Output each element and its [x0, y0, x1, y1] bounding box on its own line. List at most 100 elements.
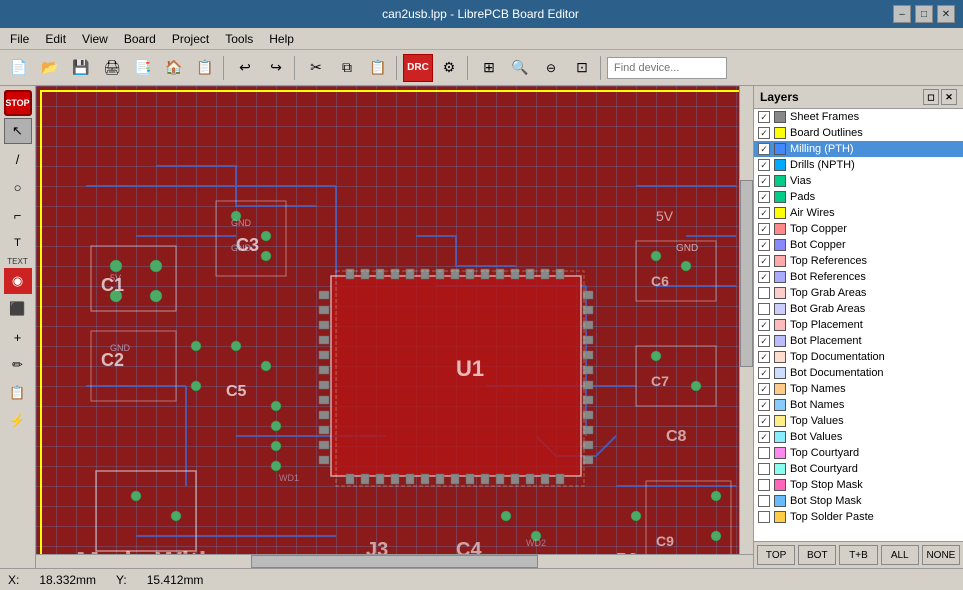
layers-list[interactable]: ✓Sheet Frames✓Board Outlines✓Milling (PT… — [754, 109, 963, 541]
filter-btn-all[interactable]: ALL — [881, 545, 919, 565]
layer-checkbox[interactable]: ✓ — [758, 175, 770, 187]
copy-button[interactable]: ⧉ — [332, 54, 362, 82]
layer-checkbox[interactable] — [758, 511, 770, 523]
layer-item-top-courtyard[interactable]: Top Courtyard — [754, 445, 963, 461]
layer-checkbox[interactable]: ✓ — [758, 383, 770, 395]
layer-checkbox[interactable]: ✓ — [758, 431, 770, 443]
vertical-scrollbar[interactable] — [739, 86, 753, 554]
horizontal-scrollbar[interactable] — [36, 554, 753, 568]
layer-checkbox[interactable]: ✓ — [758, 111, 770, 123]
layer-item-top-values[interactable]: ✓Top Values — [754, 413, 963, 429]
line-tool[interactable]: / — [4, 146, 32, 172]
menu-item-help[interactable]: Help — [261, 30, 302, 48]
layer-item-pads[interactable]: ✓Pads — [754, 189, 963, 205]
menu-item-board[interactable]: Board — [116, 30, 164, 48]
layer-checkbox[interactable] — [758, 303, 770, 315]
menu-item-edit[interactable]: Edit — [37, 30, 74, 48]
layer-checkbox[interactable]: ✓ — [758, 319, 770, 331]
layer-checkbox[interactable] — [758, 479, 770, 491]
layer-item-sheet-frames[interactable]: ✓Sheet Frames — [754, 109, 963, 125]
pcb-canvas-area[interactable]: C1 C2 C3 C5 U1 C6 C7 C9 C8 J3 C4 P2 5V G… — [36, 86, 753, 568]
zoom-in-button[interactable]: 🔍 — [505, 54, 535, 82]
layer-checkbox[interactable]: ✓ — [758, 255, 770, 267]
grid-button[interactable]: ⊞ — [474, 54, 504, 82]
layer-item-top-documentation[interactable]: ✓Top Documentation — [754, 349, 963, 365]
layer-checkbox[interactable] — [758, 495, 770, 507]
layer-item-bot-copper[interactable]: ✓Bot Copper — [754, 237, 963, 253]
layer-checkbox[interactable] — [758, 447, 770, 459]
cut-button[interactable]: ✂ — [301, 54, 331, 82]
menu-item-file[interactable]: File — [2, 30, 37, 48]
board-tool[interactable]: ⚡ — [4, 408, 32, 434]
zoom-out-button[interactable]: ⊖ — [536, 54, 566, 82]
layer-checkbox[interactable]: ✓ — [758, 351, 770, 363]
layer-item-milling-pth[interactable]: ✓Milling (PTH) — [754, 141, 963, 157]
layer-item-vias[interactable]: ✓Vias — [754, 173, 963, 189]
layer-checkbox[interactable]: ✓ — [758, 143, 770, 155]
layer-checkbox[interactable]: ✓ — [758, 159, 770, 171]
layer-item-top-names[interactable]: ✓Top Names — [754, 381, 963, 397]
zoom-fit-button[interactable]: ⊡ — [567, 54, 597, 82]
layer-checkbox[interactable]: ✓ — [758, 415, 770, 427]
export-pdf-button[interactable]: 📑 — [128, 54, 158, 82]
layer-checkbox[interactable]: ✓ — [758, 223, 770, 235]
polygon-tool[interactable]: ⌐ — [4, 202, 32, 228]
measure-tool[interactable]: ✏ — [4, 352, 32, 378]
layer-checkbox[interactable]: ✓ — [758, 239, 770, 251]
select-tool[interactable]: ↖ — [4, 118, 32, 144]
layer-item-top-placement[interactable]: ✓Top Placement — [754, 317, 963, 333]
menu-item-tools[interactable]: Tools — [217, 30, 261, 48]
maximize-button[interactable]: □ — [915, 5, 933, 23]
layer-item-bot-values[interactable]: ✓Bot Values — [754, 429, 963, 445]
layer-checkbox[interactable]: ✓ — [758, 399, 770, 411]
layer-item-top-copper[interactable]: ✓Top Copper — [754, 221, 963, 237]
layer-item-top-stop-mask[interactable]: Top Stop Mask — [754, 477, 963, 493]
menu-item-view[interactable]: View — [74, 30, 116, 48]
add-via-tool[interactable]: + — [4, 324, 32, 350]
paste-button[interactable]: 📋 — [363, 54, 393, 82]
stop-button[interactable]: STOP — [4, 90, 32, 116]
close-button[interactable]: ✕ — [937, 5, 955, 23]
filter-btn-top[interactable]: TOP — [757, 545, 795, 565]
filter-btn-none[interactable]: NONE — [922, 545, 960, 565]
layer-checkbox[interactable]: ✓ — [758, 335, 770, 347]
layer-item-top-references[interactable]: ✓Top References — [754, 253, 963, 269]
open-button[interactable]: 📂 — [35, 54, 65, 82]
minimize-button[interactable]: – — [893, 5, 911, 23]
undo-button[interactable]: ↩ — [230, 54, 260, 82]
circle-tool[interactable]: ○ — [4, 174, 32, 200]
layer-item-air-wires[interactable]: ✓Air Wires — [754, 205, 963, 221]
layer-item-bot-references[interactable]: ✓Bot References — [754, 269, 963, 285]
paste-special-button[interactable]: 📋 — [190, 54, 220, 82]
netlist-tool[interactable]: 📋 — [4, 380, 32, 406]
print-button[interactable]: 🖨 — [97, 54, 127, 82]
layer-item-bot-courtyard[interactable]: Bot Courtyard — [754, 461, 963, 477]
layer-checkbox[interactable]: ✓ — [758, 127, 770, 139]
text-tool[interactable]: T — [4, 230, 32, 256]
layer-checkbox[interactable]: ✓ — [758, 271, 770, 283]
drc-button[interactable]: DRC — [403, 54, 433, 82]
layers-collapse-button[interactable]: ◻ — [923, 89, 939, 105]
copper-pour-tool[interactable]: ⬛ — [4, 296, 32, 322]
generate-button[interactable]: ⚙ — [434, 54, 464, 82]
layer-checkbox[interactable] — [758, 463, 770, 475]
new-button[interactable]: 📄 — [4, 54, 34, 82]
layer-item-bot-names[interactable]: ✓Bot Names — [754, 397, 963, 413]
layer-item-bot-placement[interactable]: ✓Bot Placement — [754, 333, 963, 349]
layer-checkbox[interactable]: ✓ — [758, 191, 770, 203]
layer-item-top-grab-areas[interactable]: Top Grab Areas — [754, 285, 963, 301]
home-button[interactable]: 🏠 — [159, 54, 189, 82]
layer-item-top-solder-paste[interactable]: Top Solder Paste — [754, 509, 963, 525]
layer-item-bot-stop-mask[interactable]: Bot Stop Mask — [754, 493, 963, 509]
save-button[interactable]: 💾 — [66, 54, 96, 82]
layer-checkbox[interactable] — [758, 287, 770, 299]
layers-menu-button[interactable]: ✕ — [941, 89, 957, 105]
layer-item-board-outlines[interactable]: ✓Board Outlines — [754, 125, 963, 141]
filter-btn-bot[interactable]: BOT — [798, 545, 836, 565]
layer-checkbox[interactable]: ✓ — [758, 207, 770, 219]
redo-button[interactable]: ↪ — [261, 54, 291, 82]
layer-item-bot-documentation[interactable]: ✓Bot Documentation — [754, 365, 963, 381]
layer-checkbox[interactable]: ✓ — [758, 367, 770, 379]
layer-item-bot-grab-areas[interactable]: Bot Grab Areas — [754, 301, 963, 317]
find-device-input[interactable] — [607, 57, 727, 79]
